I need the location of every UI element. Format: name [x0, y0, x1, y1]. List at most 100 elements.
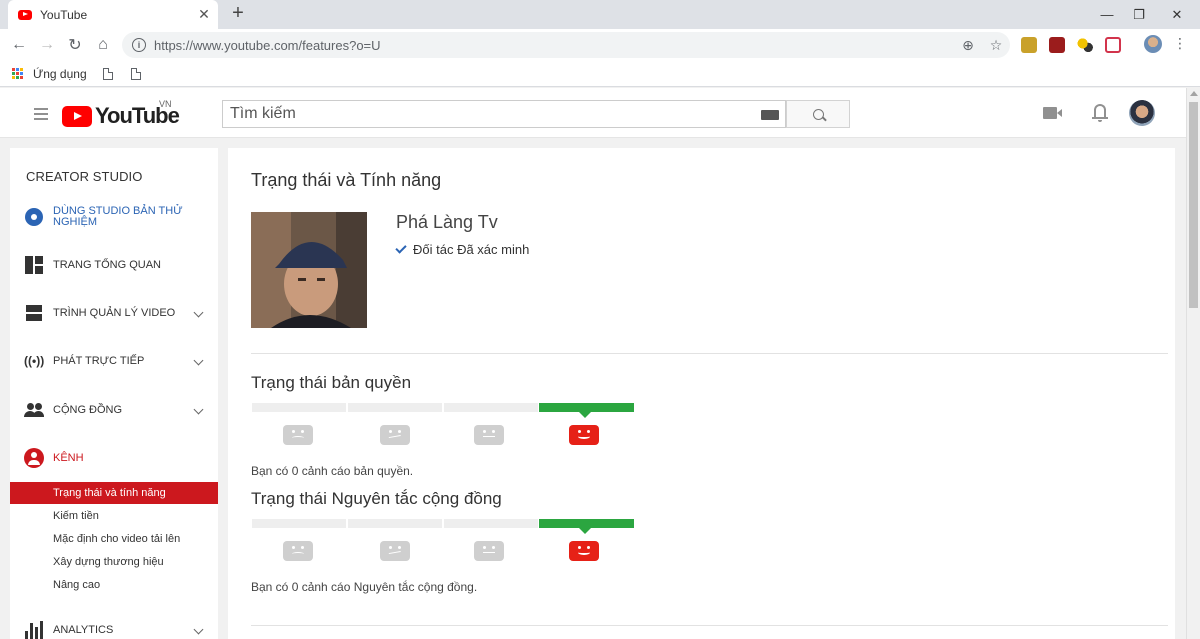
strike-segment-current: [539, 403, 634, 418]
copyright-status-title: Trạng thái bản quyền: [251, 373, 412, 392]
channel-icon: [24, 448, 44, 468]
browser-toolbar: ← → ↻ ⌂ i https://www.youtube.com/featur…: [0, 29, 1200, 61]
chevron-down-icon[interactable]: [193, 355, 204, 366]
browser-menu-icon[interactable]: ⋮: [1172, 35, 1188, 52]
sad-face-icon: [283, 425, 313, 445]
sidebar-item-community[interactable]: CỘNG ĐỒNG: [10, 400, 218, 420]
profile-avatar-icon[interactable]: [1144, 35, 1162, 53]
channel-name: Phá Làng Tv: [396, 212, 498, 232]
channel-photo: [251, 212, 367, 328]
bookmark-page-icon[interactable]: [130, 67, 141, 80]
upload-video-icon[interactable]: [1043, 107, 1062, 119]
new-tab-button[interactable]: +: [226, 2, 250, 25]
extension-icon[interactable]: [1021, 37, 1037, 53]
url-text[interactable]: https://www.youtube.com/features?o=U: [154, 38, 954, 53]
youtube-play-icon: [62, 105, 92, 127]
strike-segment: [348, 519, 442, 528]
browser-tab[interactable]: YouTube ✕: [8, 0, 218, 29]
divider: [251, 353, 1168, 354]
page-title: Trạng thái và Tính năng: [251, 170, 442, 190]
sidebar-title: CREATOR STUDIO: [26, 169, 143, 184]
zoom-icon[interactable]: ⊕: [954, 37, 982, 54]
sidebar-item-label: TRANG TỔNG QUAN: [53, 258, 161, 271]
search-input[interactable]: [223, 101, 743, 127]
search-box: [222, 100, 786, 128]
sidebar-item-label: PHÁT TRỰC TIẾP: [53, 354, 145, 367]
reload-icon[interactable]: ↻: [63, 33, 87, 57]
strike-segment: [444, 519, 538, 528]
happy-face-icon: [569, 541, 599, 561]
sidebar-item-live[interactable]: ((•)) PHÁT TRỰC TIẾP: [10, 351, 218, 371]
scrollbar-thumb[interactable]: [1189, 102, 1198, 308]
sidebar-subitem-monetization[interactable]: Kiếm tiền: [10, 505, 218, 527]
country-code: VN: [159, 99, 172, 109]
bookmark-star-icon[interactable]: ☆: [982, 37, 1010, 54]
checkmark-icon: [395, 242, 407, 254]
sidebar-item-studio-beta[interactable]: DÙNG STUDIO BẢN THỬ NGHIỆM: [10, 206, 218, 228]
live-icon: ((•)): [24, 354, 45, 368]
sidebar-subitem-status-features[interactable]: Trạng thái và tính năng: [10, 482, 218, 504]
address-bar[interactable]: i https://www.youtube.com/features?o=U ⊕…: [122, 32, 1010, 58]
back-arrow-icon[interactable]: ←: [7, 33, 31, 57]
forward-arrow-icon[interactable]: →: [35, 33, 59, 57]
copyright-strike-meter: [252, 403, 634, 453]
account-avatar[interactable]: [1129, 100, 1155, 126]
notifications-bell-icon[interactable]: [1092, 102, 1108, 122]
browser-tab-strip: YouTube ✕ + — ❐ ✕: [0, 0, 1200, 29]
tab-close-icon[interactable]: ✕: [194, 6, 214, 23]
apps-grid-icon[interactable]: [12, 67, 24, 80]
extension-icon[interactable]: [1049, 37, 1065, 53]
strike-segment: [348, 403, 442, 412]
neutral-face-icon: [474, 541, 504, 561]
site-info-icon[interactable]: i: [132, 38, 146, 52]
strike-segment: [252, 403, 346, 412]
chevron-down-icon[interactable]: [193, 404, 204, 415]
sidebar-subitem-branding[interactable]: Xây dựng thương hiệu: [10, 551, 218, 573]
creator-studio-sidebar: CREATOR STUDIO DÙNG STUDIO BẢN THỬ NGHIỆ…: [10, 148, 218, 639]
scroll-up-icon[interactable]: [1190, 91, 1198, 96]
strike-segment: [444, 403, 538, 412]
unhappy-face-icon: [380, 425, 410, 445]
guidelines-status-title: Trạng thái Nguyên tắc cộng đồng: [251, 489, 502, 508]
sidebar-item-analytics[interactable]: ANALYTICS: [10, 620, 218, 639]
youtube-favicon-icon: [18, 9, 32, 20]
guide-menu-icon[interactable]: [34, 108, 48, 123]
video-manager-icon: [24, 303, 44, 323]
chevron-down-icon[interactable]: [193, 624, 204, 635]
search-icon: [812, 108, 824, 120]
unhappy-face-icon: [380, 541, 410, 561]
community-icon: [24, 400, 44, 420]
sidebar-subitem-advanced[interactable]: Nâng cao: [10, 574, 218, 596]
bookmarks-bar: Ứng dụng: [0, 61, 1200, 87]
chevron-down-icon[interactable]: [193, 307, 204, 318]
sidebar-item-label: CỘNG ĐỒNG: [53, 403, 123, 416]
home-icon[interactable]: ⌂: [91, 33, 115, 57]
neutral-face-icon: [474, 425, 504, 445]
youtube-header: YouTube VN: [0, 88, 1186, 138]
sidebar-item-channel[interactable]: KÊNH: [10, 448, 218, 468]
bookmark-page-icon[interactable]: [102, 67, 113, 80]
youtube-logo[interactable]: YouTube VN: [62, 99, 180, 129]
page-scrollbar[interactable]: [1186, 88, 1200, 639]
extension-icon[interactable]: [1105, 37, 1121, 53]
verified-text: Đối tác Đã xác minh: [413, 242, 530, 257]
sidebar-item-label: DÙNG STUDIO BẢN THỬ NGHIỆM: [53, 205, 183, 228]
sidebar-item-label: TRÌNH QUẢN LÝ VIDEO: [53, 306, 176, 319]
window-close-button[interactable]: ✕: [1154, 0, 1200, 29]
extension-icon[interactable]: [1077, 37, 1093, 53]
apps-bookmark-label[interactable]: Ứng dụng: [33, 67, 87, 81]
sad-face-icon: [283, 541, 313, 561]
main-panel: Trạng thái và Tính năng Phá Làng Tv Đối …: [228, 148, 1175, 639]
sidebar-item-label: ANALYTICS: [53, 623, 114, 636]
sidebar-item-dashboard[interactable]: TRANG TỔNG QUAN: [10, 255, 218, 275]
keyboard-icon[interactable]: [761, 110, 779, 120]
sidebar-subitem-upload-defaults[interactable]: Mặc định cho video tải lên: [10, 528, 218, 550]
analytics-icon: [24, 620, 44, 639]
sidebar-item-video-manager[interactable]: TRÌNH QUẢN LÝ VIDEO: [10, 303, 218, 323]
verified-partner: Đối tác Đã xác minh: [395, 242, 530, 257]
search-button[interactable]: [786, 100, 850, 128]
sidebar-item-label: KÊNH: [53, 451, 84, 464]
gear-icon: [24, 207, 44, 227]
happy-face-icon: [569, 425, 599, 445]
guidelines-note: Bạn có 0 cảnh cáo Nguyên tắc cộng đồng.: [251, 580, 478, 594]
